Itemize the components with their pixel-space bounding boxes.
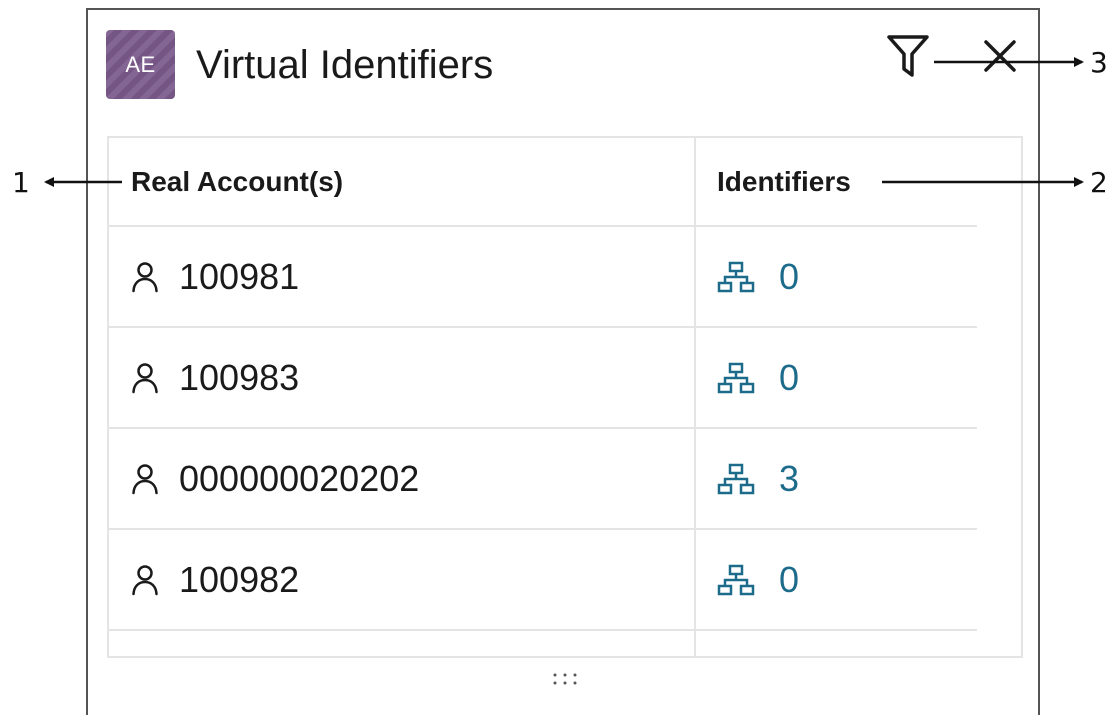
callout-number-2: 2 <box>1090 166 1108 199</box>
table-row[interactable]: 000000020202 3 <box>109 429 977 530</box>
identifier-count: 3 <box>779 457 800 499</box>
identifier-count: 0 <box>779 356 800 398</box>
account-cell: 000000020202 <box>131 429 419 528</box>
account-number: 000000020202 <box>179 457 420 499</box>
table-row[interactable]: 100983 0 <box>109 328 977 429</box>
account-number: 100982 <box>179 558 300 600</box>
dialog-title: Virtual Identifiers <box>196 43 494 87</box>
app-badge: AE <box>106 30 175 99</box>
close-button[interactable] <box>974 30 1026 82</box>
identifiers-table: Real Account(s) Identifiers 100981 0 100… <box>107 136 1023 658</box>
identifiers-cell: 0 <box>717 227 799 326</box>
user-icon <box>132 362 158 393</box>
account-cell: 100981 <box>131 227 299 326</box>
filter-button[interactable] <box>880 30 936 82</box>
header-real-accounts-label: Real Account(s) <box>131 165 344 197</box>
hierarchy-icon <box>717 564 755 595</box>
identifiers-cell: 3 <box>717 429 799 528</box>
identifiers-link[interactable]: 0 <box>717 357 799 399</box>
header-identifiers[interactable]: Identifiers <box>717 138 851 225</box>
identifiers-link[interactable]: 0 <box>717 256 799 298</box>
page: AE Virtual Identifiers Real Account(s) I… <box>0 0 1120 715</box>
identifiers-cell: 0 <box>717 530 799 629</box>
header-identifiers-label: Identifiers <box>717 165 851 197</box>
hierarchy-icon <box>717 463 755 494</box>
identifiers-cell: 0 <box>717 328 799 427</box>
user-icon <box>132 564 158 595</box>
user-icon <box>132 261 158 292</box>
hierarchy-icon <box>717 362 755 393</box>
account-number: 100981 <box>179 255 300 297</box>
callout-number-3: 3 <box>1090 46 1108 79</box>
table-row[interactable]: 100981 0 <box>109 227 977 328</box>
callout-number-1: 1 <box>12 166 30 199</box>
table-header-row: Real Account(s) Identifiers <box>109 138 977 227</box>
identifier-count: 0 <box>779 255 800 297</box>
table-row[interactable]: 100982 0 <box>109 530 977 631</box>
resize-grip-icon[interactable] <box>552 672 578 686</box>
identifiers-link[interactable]: 3 <box>717 458 799 500</box>
user-icon <box>132 463 158 494</box>
identifiers-link[interactable]: 0 <box>717 559 799 601</box>
account-cell: 100983 <box>131 328 299 427</box>
filter-icon <box>887 35 929 77</box>
identifier-count: 0 <box>779 558 800 600</box>
account-number: 100983 <box>179 356 300 398</box>
badge-initials: AE <box>125 51 156 77</box>
header-real-accounts[interactable]: Real Account(s) <box>131 138 343 225</box>
hierarchy-icon <box>717 261 755 292</box>
account-cell: 100982 <box>131 530 299 629</box>
close-icon <box>984 40 1016 72</box>
